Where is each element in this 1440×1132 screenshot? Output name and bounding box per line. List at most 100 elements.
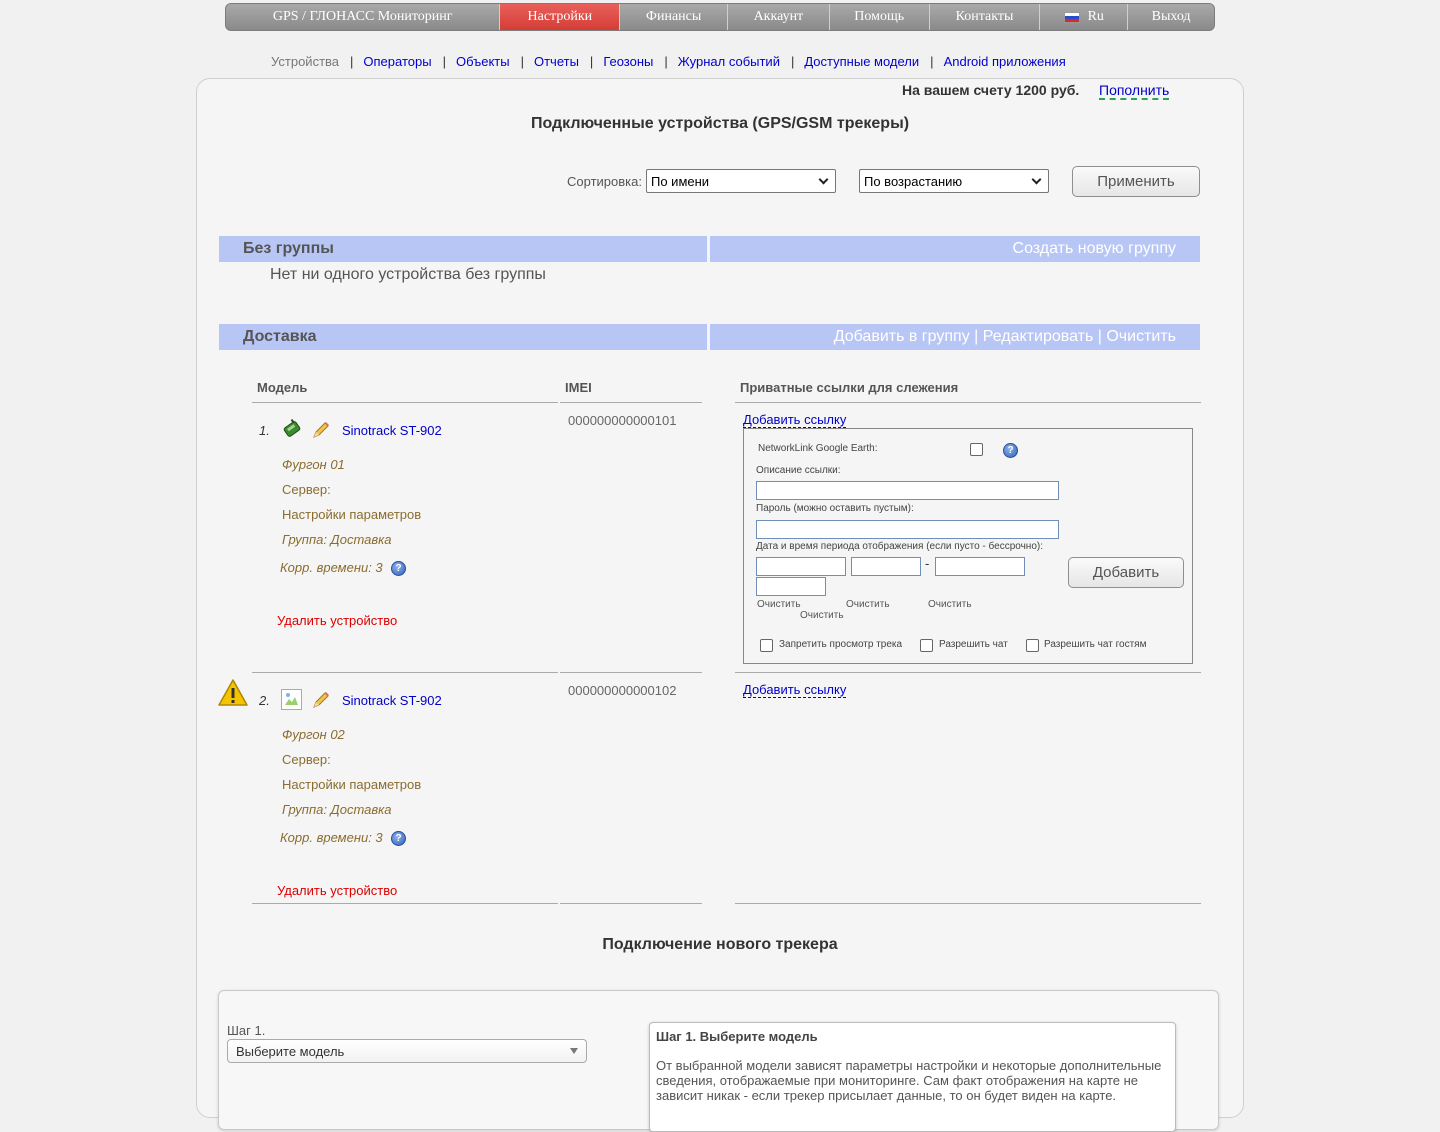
delete-device-link[interactable]: Удалить устройство bbox=[277, 613, 397, 628]
empty-group-note: Нет ни одного устройства без группы bbox=[270, 266, 546, 283]
device-imei: 000000000000102 bbox=[568, 683, 677, 698]
divider bbox=[735, 903, 1201, 904]
new-tracker-title: Подключение нового трекера bbox=[602, 936, 838, 953]
subnav-models[interactable]: Доступные модели bbox=[804, 54, 919, 69]
step-label: Шаг 1. bbox=[227, 1023, 266, 1038]
chevron-down-icon bbox=[818, 174, 829, 184]
period-end-time-input[interactable] bbox=[756, 577, 826, 596]
device-params-link[interactable]: Настройки параметров bbox=[282, 777, 421, 792]
page-title: Подключенные устройства (GPS/GSM трекеры… bbox=[530, 115, 910, 132]
help-icon[interactable]: ? bbox=[391, 561, 406, 576]
sort-label: Сортировка: bbox=[567, 174, 642, 189]
nav-finance[interactable]: Финансы bbox=[620, 4, 728, 30]
link-password-input[interactable] bbox=[756, 520, 1059, 539]
column-header-imei: IMEI bbox=[565, 380, 592, 395]
link-password-label: Пароль (можно оставить пустым): bbox=[756, 503, 914, 514]
divider bbox=[735, 402, 1201, 403]
chevron-down-icon bbox=[1031, 174, 1042, 184]
add-link-button[interactable]: Добавить bbox=[1068, 557, 1184, 588]
allow-chat-label: Разрешить чат bbox=[939, 639, 1008, 650]
clear-group-link[interactable]: Очистить bbox=[1106, 328, 1176, 345]
nav-home[interactable]: GPS / ГЛОНАСС Мониторинг bbox=[226, 4, 501, 30]
allow-guest-chat-checkbox[interactable] bbox=[1026, 639, 1039, 652]
create-group-link[interactable]: Создать новую группу bbox=[1013, 240, 1176, 257]
clear-link[interactable]: Очистить bbox=[800, 610, 844, 621]
forbid-track-checkbox[interactable] bbox=[760, 639, 773, 652]
device-time-correction: Корр. времени: 3 bbox=[280, 830, 383, 845]
broken-image-icon bbox=[281, 689, 302, 710]
period-start-time-input[interactable] bbox=[851, 557, 921, 576]
sub-nav: Устройства | Операторы | Объекты | Отчет… bbox=[271, 54, 1066, 69]
nav-account[interactable]: Аккаунт bbox=[728, 4, 830, 30]
device-time-correction: Корр. времени: 3 bbox=[280, 560, 383, 575]
top-nav: GPS / ГЛОНАСС Мониторинг Настройки Финан… bbox=[225, 3, 1215, 31]
model-select[interactable]: Выберите модель bbox=[227, 1039, 587, 1063]
balance-text: На вашем счету 1200 руб. bbox=[902, 82, 1080, 98]
edit-pencil-icon[interactable] bbox=[311, 420, 331, 443]
device-model-link[interactable]: Sinotrack ST-902 bbox=[342, 693, 442, 708]
subnav-operators[interactable]: Операторы bbox=[363, 54, 431, 69]
period-dash: - bbox=[925, 556, 930, 571]
subnav-reports[interactable]: Отчеты bbox=[534, 54, 579, 69]
period-end-date-input[interactable] bbox=[935, 557, 1025, 576]
divider bbox=[560, 672, 702, 673]
networklink-label: NetworkLink Google Earth: bbox=[758, 443, 878, 454]
step-info-title: Шаг 1. Выберите модель bbox=[656, 1029, 818, 1044]
delete-device-link[interactable]: Удалить устройство bbox=[277, 883, 397, 898]
add-to-group-link[interactable]: Добавить в группу bbox=[834, 328, 970, 345]
device-server: Сервер: bbox=[282, 752, 331, 767]
nav-contacts[interactable]: Контакты bbox=[930, 4, 1041, 30]
nav-settings[interactable]: Настройки bbox=[500, 4, 621, 30]
divider bbox=[735, 672, 1201, 673]
device-model-link[interactable]: Sinotrack ST-902 bbox=[342, 423, 442, 438]
device-number: 1. bbox=[259, 423, 270, 438]
help-icon[interactable]: ? bbox=[391, 831, 406, 846]
nav-help[interactable]: Помощь bbox=[830, 4, 930, 30]
add-link-link[interactable]: Добавить ссылку bbox=[743, 413, 847, 428]
allow-chat-checkbox[interactable] bbox=[920, 639, 933, 652]
subnav-separator: | bbox=[442, 54, 446, 69]
nav-language[interactable]: Ru bbox=[1040, 4, 1129, 30]
divider bbox=[252, 402, 558, 403]
device-server: Сервер: bbox=[282, 482, 331, 497]
networklink-checkbox[interactable] bbox=[970, 443, 983, 456]
clear-link[interactable]: Очистить bbox=[928, 599, 972, 610]
device-icon bbox=[281, 418, 303, 443]
select-chevron-icon bbox=[570, 1048, 578, 1054]
subnav-separator: | bbox=[930, 54, 934, 69]
allow-guest-chat-label: Разрешить чат гостям bbox=[1044, 639, 1147, 650]
apply-button[interactable]: Применить bbox=[1072, 166, 1200, 197]
subnav-devices: Устройства bbox=[271, 54, 340, 69]
device-number: 2. bbox=[259, 693, 270, 708]
subnav-separator: | bbox=[790, 54, 795, 69]
step-info-box: Шаг 1. Выберите модель От выбранной моде… bbox=[649, 1022, 1176, 1132]
subnav-geozones[interactable]: Геозоны bbox=[603, 54, 653, 69]
clear-link[interactable]: Очистить bbox=[757, 599, 801, 610]
help-icon[interactable]: ? bbox=[1003, 443, 1018, 458]
subnav-objects[interactable]: Объекты bbox=[456, 54, 510, 69]
group-header-nogroup: Без группы bbox=[219, 236, 707, 262]
topup-link[interactable]: Пополнить bbox=[1099, 82, 1170, 100]
link-description-input[interactable] bbox=[756, 481, 1059, 500]
group-actions-nogroup: Создать новую группу bbox=[710, 236, 1200, 262]
nav-logout[interactable]: Выход bbox=[1128, 4, 1214, 30]
group-header-delivery: Доставка bbox=[219, 324, 707, 350]
add-link-link[interactable]: Добавить ссылку bbox=[743, 683, 847, 698]
subnav-android[interactable]: Android приложения bbox=[944, 54, 1066, 69]
clear-link[interactable]: Очистить bbox=[846, 599, 890, 610]
flag-ru-icon bbox=[1063, 11, 1080, 23]
divider bbox=[252, 903, 558, 904]
edit-group-link[interactable]: Редактировать bbox=[983, 328, 1094, 345]
subnav-event-log[interactable]: Журнал событий bbox=[678, 54, 780, 69]
device-params-link[interactable]: Настройки параметров bbox=[282, 507, 421, 522]
separator: | bbox=[1097, 328, 1102, 345]
language-label: Ru bbox=[1087, 9, 1104, 24]
subnav-separator: | bbox=[350, 54, 354, 69]
subnav-separator: | bbox=[520, 54, 524, 69]
device-name: Фургон 02 bbox=[282, 727, 345, 742]
sort-field-value: По имени bbox=[651, 173, 710, 189]
sort-order-select[interactable]: По возрастанию bbox=[859, 169, 1049, 193]
sort-field-select[interactable]: По имени bbox=[646, 169, 836, 193]
edit-pencil-icon[interactable] bbox=[311, 690, 331, 713]
period-start-date-input[interactable] bbox=[756, 557, 846, 576]
